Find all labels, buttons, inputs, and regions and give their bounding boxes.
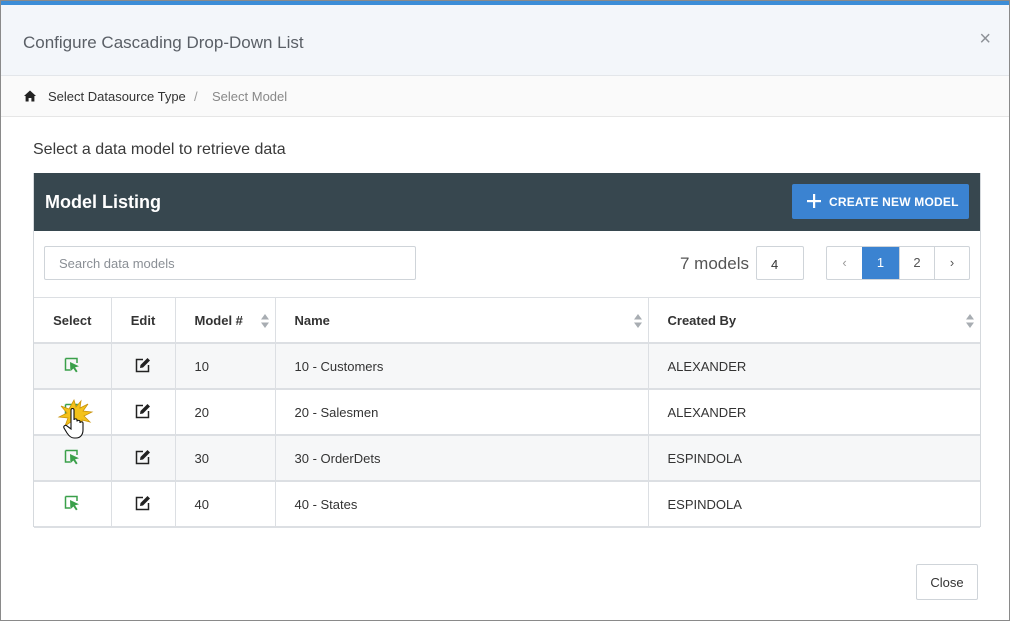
plus-icon	[807, 194, 821, 208]
breadcrumb-select-model: Select Model	[212, 89, 288, 104]
dialog-title: Configure Cascading Drop-Down List	[23, 33, 304, 52]
column-header-created-by-label: Created By	[667, 312, 737, 328]
select-cell	[34, 435, 112, 482]
pagination-page-1[interactable]: 1	[862, 247, 899, 279]
panel-header: Model Listing CREATE NEW MODEL	[34, 173, 980, 231]
close-icon[interactable]: ×	[979, 29, 991, 49]
breadcrumb: Select Datasource Type / Select Model	[1, 76, 1009, 117]
model-name-cell: 40 - States	[275, 481, 649, 528]
search-input[interactable]	[44, 246, 416, 280]
model-listing-panel: Model Listing CREATE NEW MODEL 7 models …	[33, 173, 981, 528]
pagination-page-2[interactable]: 2	[899, 247, 934, 279]
model-name-cell: 20 - Salesmen	[275, 389, 649, 436]
column-header-model-no-label: Model #	[194, 312, 243, 328]
modal-dialog: Configure Cascading Drop-Down List × Sel…	[0, 0, 1010, 621]
edit-icon[interactable]	[135, 357, 151, 373]
created-by-cell: ALEXANDER	[648, 389, 980, 436]
edit-cell	[111, 481, 176, 528]
select-cell	[34, 343, 112, 390]
model-name-cell: 30 - OrderDets	[275, 435, 649, 482]
model-number-cell: 20	[175, 389, 276, 436]
select-cursor-icon[interactable]	[64, 495, 80, 511]
table-row: 40 40 - States ESPINDOLA	[34, 481, 980, 528]
created-by-cell: ALEXANDER	[648, 343, 980, 390]
sort-icon[interactable]	[966, 314, 974, 328]
edit-icon[interactable]	[135, 403, 151, 419]
intro-text: Select a data model to retrieve data	[33, 141, 286, 158]
edit-cell	[111, 389, 176, 436]
table-row: 20 20 - Salesmen ALEXANDER	[34, 389, 980, 436]
pagination-next[interactable]: ›	[934, 247, 969, 279]
table-row: 30 30 - OrderDets ESPINDOLA	[34, 435, 980, 482]
table-header-row: Select Edit Model # Name Created By	[34, 297, 980, 344]
select-cell	[34, 389, 112, 436]
home-icon[interactable]	[23, 89, 37, 103]
model-name-cell: 10 - Customers	[275, 343, 649, 390]
column-header-name[interactable]: Name	[275, 297, 649, 344]
table-row: 10 10 - Customers ALEXANDER	[34, 343, 980, 390]
column-header-created-by[interactable]: Created By	[648, 297, 980, 344]
model-number-cell: 10	[175, 343, 276, 390]
close-button[interactable]: Close	[916, 564, 978, 600]
sort-icon[interactable]	[633, 314, 642, 328]
modal-header: Configure Cascading Drop-Down List ×	[1, 5, 1009, 76]
panel-title: Model Listing	[45, 192, 161, 212]
select-cursor-icon[interactable]	[64, 357, 80, 373]
created-by-cell: ESPINDOLA	[648, 435, 980, 482]
breadcrumb-separator: /	[194, 89, 198, 104]
column-header-name-label: Name	[294, 312, 330, 328]
select-cursor-icon[interactable]	[64, 403, 80, 419]
model-number-cell: 30	[175, 435, 276, 482]
edit-cell	[111, 343, 176, 390]
sort-icon[interactable]	[260, 314, 269, 328]
edit-cell	[111, 435, 176, 482]
breadcrumb-select-datasource-type[interactable]: Select Datasource Type	[48, 89, 186, 104]
column-header-model-no[interactable]: Model #	[175, 297, 276, 344]
created-by-cell: ESPINDOLA	[648, 481, 980, 528]
edit-icon[interactable]	[135, 449, 151, 465]
page-size-select[interactable]: 4	[756, 246, 804, 280]
select-cursor-icon[interactable]	[64, 449, 80, 465]
models-table: Select Edit Model # Name Created By 10 1…	[34, 297, 980, 528]
pagination: ‹ 1 2 ›	[826, 246, 970, 280]
column-header-edit: Edit	[111, 297, 176, 344]
pagination-prev[interactable]: ‹	[827, 247, 862, 279]
column-header-select: Select	[34, 297, 112, 344]
select-cell	[34, 481, 112, 528]
create-new-model-button[interactable]: CREATE NEW MODEL	[792, 184, 969, 219]
edit-icon[interactable]	[135, 495, 151, 511]
create-new-model-label: CREATE NEW MODEL	[829, 195, 959, 209]
model-number-cell: 40	[175, 481, 276, 528]
model-count: 7 models	[680, 254, 749, 273]
